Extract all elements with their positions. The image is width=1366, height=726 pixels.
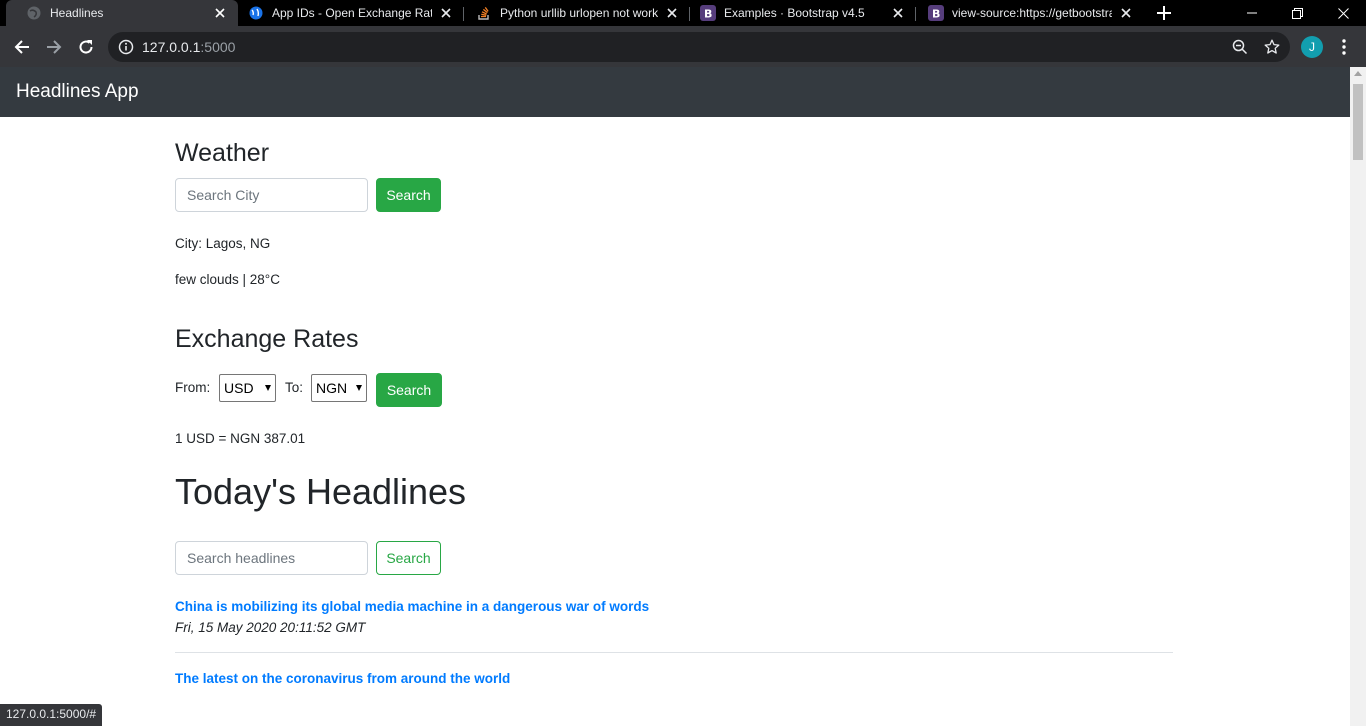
new-tab-button[interactable] xyxy=(1154,3,1174,23)
tab-headlines[interactable]: Headlines xyxy=(6,0,238,26)
info-icon[interactable] xyxy=(118,39,134,55)
headlines-heading: Today's Headlines xyxy=(175,471,467,512)
headline-search-input[interactable] xyxy=(175,541,368,575)
dropdown-arrow-icon xyxy=(356,385,362,391)
browser-toolbar: 127.0.0.1:5000 J xyxy=(0,26,1366,67)
bootstrap-icon: B xyxy=(700,5,716,21)
close-window-icon[interactable] xyxy=(1320,0,1366,26)
globe-icon xyxy=(26,5,42,21)
headline-date: Fri, 15 May 2020 20:11:52 GMT xyxy=(175,620,366,635)
weather-city: City: Lagos, NG xyxy=(175,236,271,251)
tab-title: Examples · Bootstrap v4.5 xyxy=(724,6,865,20)
browser-tab-strip: Headlines App IDs - Open Exchange Rates … xyxy=(0,0,1366,26)
tab-title: App IDs - Open Exchange Rates xyxy=(272,6,432,20)
weather-conditions: few clouds | 28°C xyxy=(175,272,280,287)
svg-text:B: B xyxy=(704,8,712,21)
svg-text:B: B xyxy=(932,8,940,21)
bookmark-star-icon[interactable] xyxy=(1264,39,1280,55)
close-tab-icon[interactable] xyxy=(212,5,228,21)
url-host: 127.0.0.1 xyxy=(142,39,201,55)
tab-view-source[interactable]: B view-source:https://getbootstrap.com xyxy=(916,0,1144,26)
dropdown-arrow-icon xyxy=(265,385,271,391)
tab-title: Headlines xyxy=(50,6,104,20)
more-menu-icon[interactable] xyxy=(1336,37,1352,57)
city-search-input[interactable] xyxy=(175,178,368,212)
url-port: :5000 xyxy=(200,39,236,55)
headline-search-button[interactable]: Search xyxy=(376,541,441,575)
restore-icon[interactable] xyxy=(1274,0,1320,26)
address-bar[interactable]: 127.0.0.1:5000 xyxy=(108,32,1290,62)
tab-title: Python urllib urlopen not working xyxy=(500,6,658,20)
page-viewport: Headlines App Weather Search City: Lagos… xyxy=(0,67,1366,726)
scroll-up-arrow-icon[interactable] xyxy=(1354,71,1362,76)
weather-heading: Weather xyxy=(175,139,270,167)
divider xyxy=(175,652,1173,653)
to-label: To: xyxy=(285,380,304,395)
exchange-search-button[interactable]: Search xyxy=(376,373,442,407)
bootstrap-icon: B xyxy=(928,5,944,21)
from-label: From: xyxy=(175,380,211,395)
exchange-heading: Exchange Rates xyxy=(175,325,359,353)
profile-avatar[interactable]: J xyxy=(1301,36,1323,58)
to-currency-value: NGN xyxy=(316,380,348,396)
from-currency-select[interactable]: USD xyxy=(219,374,276,402)
stackoverflow-icon xyxy=(476,5,492,21)
weather-search-button[interactable]: Search xyxy=(376,178,441,212)
url-text[interactable]: 127.0.0.1:5000 xyxy=(142,39,235,55)
tab-app-ids[interactable]: App IDs - Open Exchange Rates xyxy=(234,0,464,26)
navbar-brand[interactable]: Headlines App xyxy=(16,81,139,103)
close-tab-icon[interactable] xyxy=(664,5,680,21)
headline-link[interactable]: China is mobilizing its global media mac… xyxy=(175,599,649,614)
reload-icon[interactable] xyxy=(74,35,98,59)
page-scrollbar[interactable] xyxy=(1350,67,1366,726)
close-tab-icon[interactable] xyxy=(890,5,906,21)
from-currency-value: USD xyxy=(224,380,254,396)
app-navbar: Headlines App xyxy=(0,67,1350,117)
zoom-icon[interactable] xyxy=(1232,39,1248,55)
close-tab-icon[interactable] xyxy=(1118,5,1134,21)
exchange-result: 1 USD = NGN 387.01 xyxy=(175,431,306,446)
tab-stackoverflow[interactable]: Python urllib urlopen not working xyxy=(464,0,690,26)
scrollbar-thumb[interactable] xyxy=(1353,84,1363,160)
headline-link[interactable]: The latest on the coronavirus from aroun… xyxy=(175,671,510,686)
tab-title: view-source:https://getbootstrap.com xyxy=(952,6,1112,20)
forward-arrow-icon[interactable] xyxy=(42,35,66,59)
minimize-icon[interactable] xyxy=(1229,0,1275,26)
close-tab-icon[interactable] xyxy=(438,5,454,21)
earth-icon xyxy=(248,5,264,21)
tab-bootstrap-examples[interactable]: B Examples · Bootstrap v4.5 xyxy=(690,0,916,26)
status-bar-url: 127.0.0.1:5000/# xyxy=(0,704,103,726)
back-arrow-icon[interactable] xyxy=(10,35,34,59)
to-currency-select[interactable]: NGN xyxy=(311,374,367,402)
